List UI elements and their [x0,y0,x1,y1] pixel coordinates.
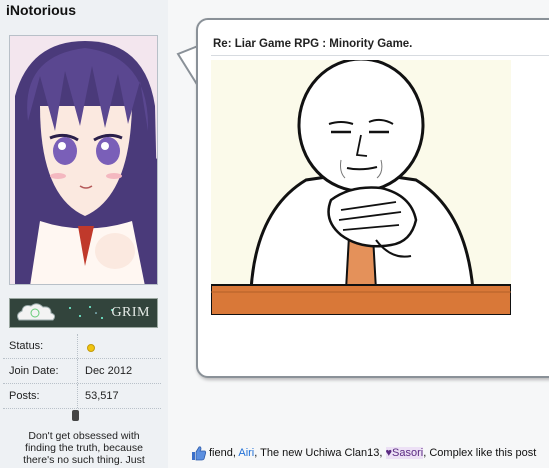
post-title: Re: Liar Game RPG : Minority Game. [213,38,413,50]
user-signature: Don't get obsessed with finding the trut… [23,430,145,466]
stat-row-join-date: Join Date: Dec 2012 [3,359,161,384]
rank-label: GRIM [111,305,150,320]
like-text: fiend, [209,446,239,459]
post-content: Re: Liar Game RPG : Minority Game. [196,18,549,378]
stat-label: Status: [9,340,44,352]
stat-label: Posts: [9,390,40,402]
avatar-image [10,36,157,284]
cloud-emblem-icon [17,303,56,321]
rank-banner: GRIM [9,298,158,328]
like-text: , Complex like this post [423,446,537,459]
likes-row: fiend, Airi, The new Uchiwa Clan13, ♥Sas… [190,445,536,461]
stat-row-posts: Posts: 53,517 [3,384,161,409]
stat-value: 53,517 [85,390,119,402]
avatar[interactable] [9,35,158,285]
signature-scroll-handle[interactable] [72,410,79,421]
stat-value: Dec 2012 [85,365,133,377]
like-user-link[interactable]: ♥Sasori [385,446,424,459]
title-divider [211,55,549,56]
status-dot-icon [87,344,95,352]
stat-label: Join Date: [9,365,59,377]
like-text: , The new Uchiwa Clan13, [254,446,386,459]
post-image[interactable] [211,60,511,315]
user-stats: Status: Join Date: Dec 2012 Posts: 53,51… [3,334,161,409]
thumbs-up-icon[interactable] [190,445,207,461]
like-user-link[interactable]: Airi [238,447,254,459]
stat-row-status: Status: [3,334,161,359]
username[interactable]: iNotorious [6,2,76,18]
user-panel: iNotorious GRIM Status: Join Date: Dec 2… [0,0,168,468]
